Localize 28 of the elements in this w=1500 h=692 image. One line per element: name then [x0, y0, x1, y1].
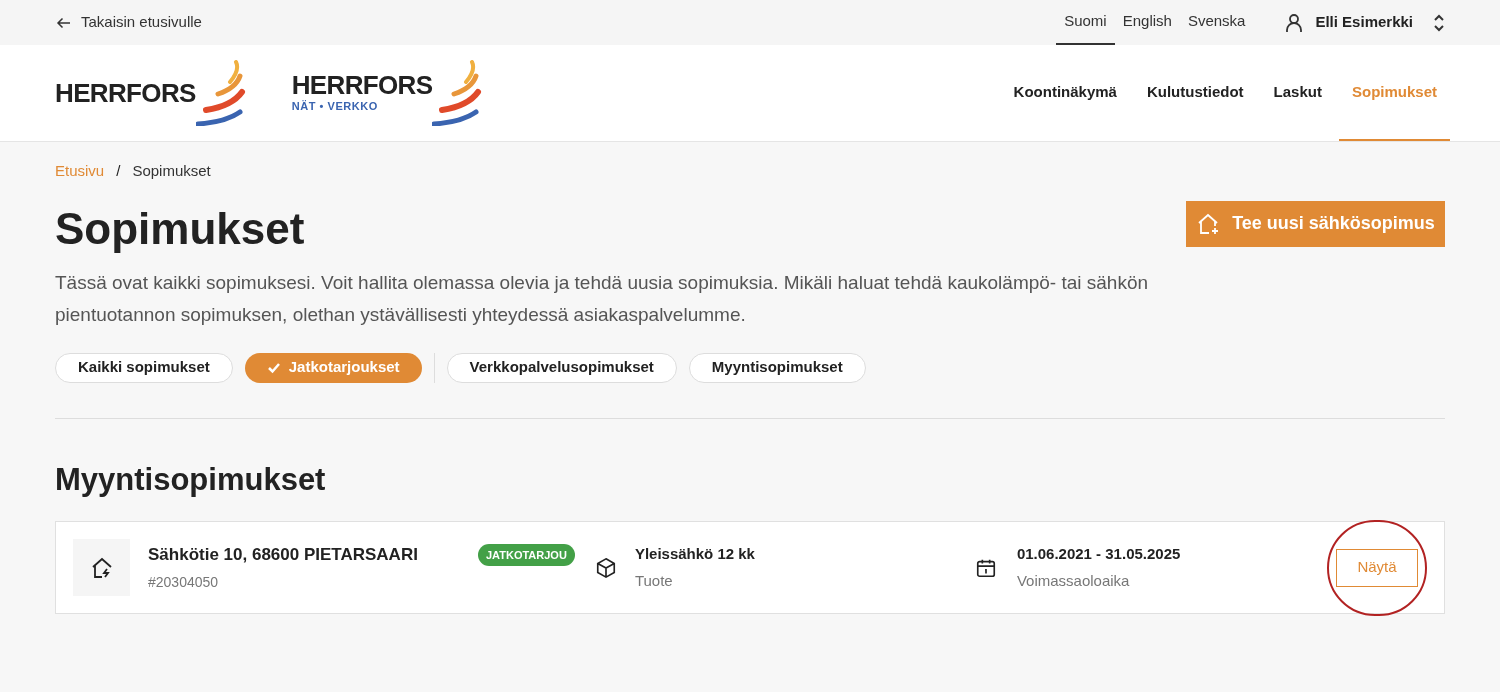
product-label: Tuote [634, 570, 674, 591]
company-logo[interactable]: HERRFORS NÄT • VERKKO [291, 60, 493, 126]
section-title: Myyntisopimukset [55, 460, 327, 499]
filter-chip[interactable]: Verkkopalvelusopimukset [446, 352, 677, 383]
language-tab[interactable]: Svenska [1179, 0, 1254, 45]
language-tab[interactable]: English [1114, 0, 1180, 45]
nav-link[interactable]: Koontinäkymä [1000, 45, 1130, 141]
current-page-label: Sopimukset [132, 161, 211, 181]
status-badge: JATKOTARJOU [478, 544, 575, 566]
filter-chip[interactable]: Kaikki sopimukset [55, 352, 233, 383]
contract-address: Sähkötie 10, 68600 PIETARSAARI [148, 544, 419, 567]
period-label: Voimassaoloaika [1016, 570, 1131, 591]
back-link[interactable]: Takaisin etusivulle [55, 11, 202, 34]
company-logo[interactable]: HERRFORS [55, 60, 256, 126]
contract-period: 01.06.2021 - 31.05.2025 [1016, 544, 1181, 564]
user-name: Elli Esimerkki [1315, 12, 1413, 33]
filter-chip[interactable]: Myyntisopimukset [688, 352, 866, 383]
breadcrumb-separator: / [116, 161, 121, 181]
box-icon [594, 556, 617, 579]
nav-link[interactable]: Kulutustiedot [1133, 45, 1257, 141]
nav-link[interactable]: Laskut [1260, 45, 1335, 141]
contract-number: #20304050 [148, 572, 220, 592]
page-description: Tässä ovat kaikki sopimuksesi. Voit hallita olemassa olevia ja tehdä uusia sopimuksia. Mikäli haluat tehdä kaukolämpö- tai sähkön pientuotannon sopimuksen, olethan ystävällisesti yhteydessä asiakaspalvelumme. [55, 270, 1150, 327]
user-icon [1285, 12, 1304, 33]
chevron-up-down-icon[interactable] [1433, 13, 1445, 32]
page-title: Sopimukset [55, 206, 306, 251]
house-plus-icon [1196, 211, 1221, 236]
product-name: Yleissähkö 12 kk [634, 544, 756, 564]
